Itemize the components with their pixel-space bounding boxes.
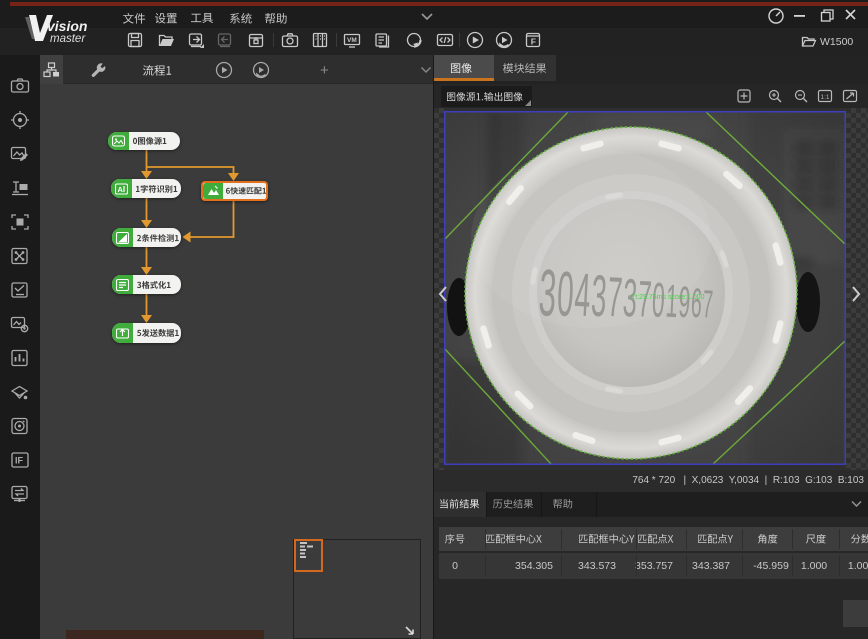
svg-text:vision: vision — [47, 18, 87, 34]
svg-text:VM: VM — [347, 37, 357, 44]
svg-text:IF: IF — [15, 456, 24, 466]
svg-text:1:1: 1:1 — [821, 94, 830, 101]
svg-text:master: master — [50, 33, 86, 45]
svg-text:A: A — [118, 185, 124, 194]
svg-text:F: F — [531, 37, 536, 47]
